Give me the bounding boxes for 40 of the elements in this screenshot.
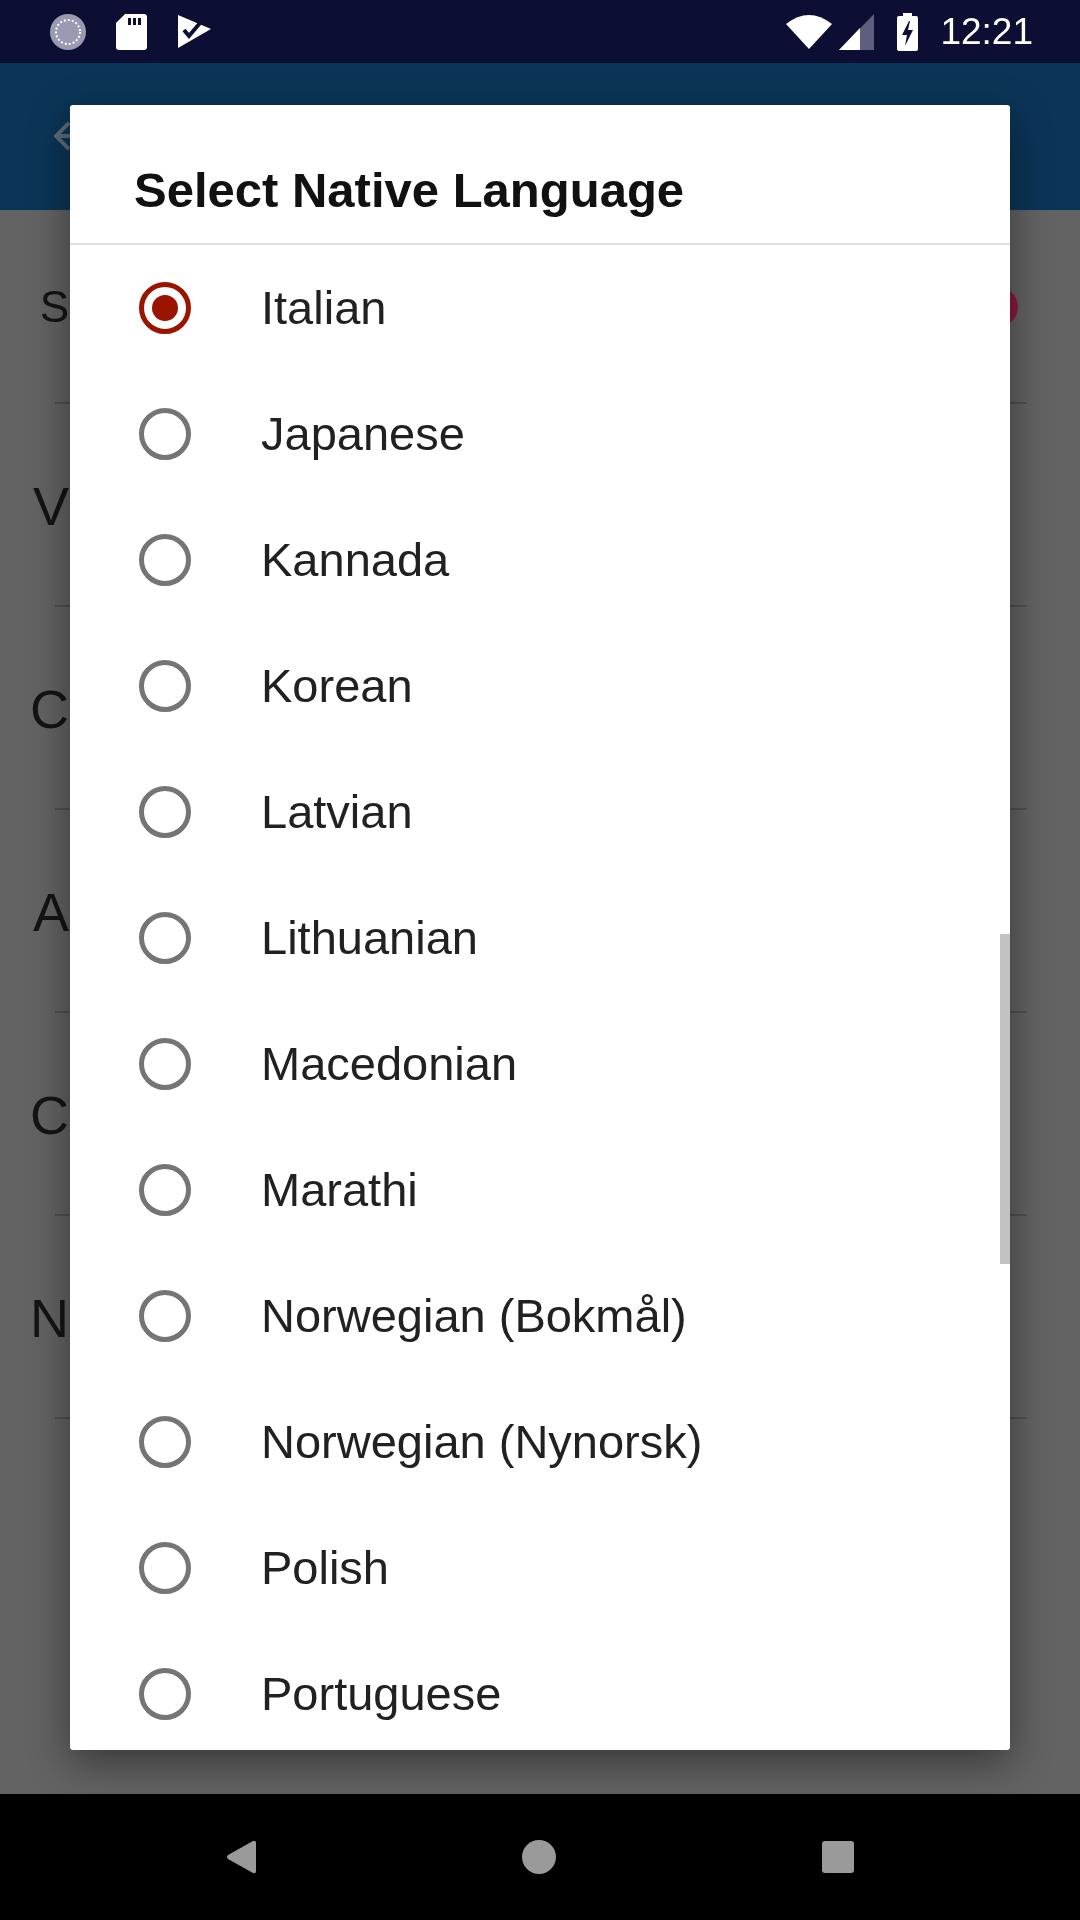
radio-button[interactable] bbox=[139, 408, 191, 460]
language-label[interactable]: Latvian bbox=[261, 784, 413, 840]
status-time: 12:21 bbox=[940, 9, 1033, 54]
radio-button[interactable] bbox=[139, 282, 191, 334]
language-label[interactable]: Italian bbox=[261, 280, 387, 336]
language-label[interactable]: Polish bbox=[261, 1540, 389, 1596]
language-label[interactable]: Portuguese bbox=[261, 1666, 502, 1722]
language-label[interactable]: Macedonian bbox=[261, 1036, 518, 1092]
setting-label: C bbox=[30, 1083, 69, 1146]
setting-label: A bbox=[32, 880, 69, 943]
wifi-icon bbox=[786, 14, 833, 49]
language-label[interactable]: Marathi bbox=[261, 1162, 418, 1218]
language-label[interactable]: Kannada bbox=[261, 532, 450, 588]
radio-button[interactable] bbox=[139, 1668, 191, 1720]
language-label[interactable]: Norwegian (Bokmål) bbox=[261, 1288, 687, 1344]
radio-button[interactable] bbox=[139, 660, 191, 712]
language-label[interactable]: Lithuanian bbox=[261, 910, 478, 966]
radio-button[interactable] bbox=[139, 534, 191, 586]
checkmark-flag-icon bbox=[178, 15, 211, 48]
battery-charging-icon bbox=[897, 12, 919, 51]
radio-button[interactable] bbox=[139, 1164, 191, 1216]
radio-button[interactable] bbox=[139, 1542, 191, 1594]
setting-label: N bbox=[30, 1286, 69, 1349]
radio-button[interactable] bbox=[139, 1416, 191, 1468]
setting-label: S bbox=[39, 281, 69, 333]
setting-label: V bbox=[32, 474, 69, 537]
language-label[interactable]: Korean bbox=[261, 658, 413, 714]
dialog-title: Select Native Language bbox=[134, 162, 685, 219]
setting-label: C bbox=[30, 677, 69, 740]
signal-icon bbox=[839, 13, 875, 50]
language-label[interactable]: Norwegian (Nynorsk) bbox=[261, 1414, 703, 1470]
radio-button[interactable] bbox=[139, 1290, 191, 1342]
radio-button[interactable] bbox=[139, 786, 191, 838]
radio-button[interactable] bbox=[139, 1038, 191, 1090]
sd-card-icon bbox=[116, 13, 147, 50]
language-label[interactable]: Japanese bbox=[261, 406, 465, 462]
radio-button[interactable] bbox=[139, 912, 191, 964]
home-icon[interactable] bbox=[522, 1840, 556, 1874]
back-icon[interactable] bbox=[226, 1840, 256, 1874]
dotted-circle-icon bbox=[50, 13, 86, 50]
